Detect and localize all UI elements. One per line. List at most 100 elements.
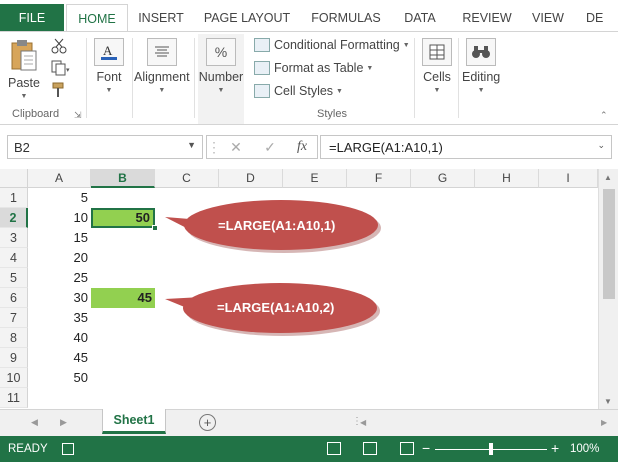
- name-box[interactable]: B2 ▼: [7, 135, 203, 159]
- cell-a5[interactable]: 25: [28, 268, 91, 288]
- font-color-icon: A: [94, 38, 124, 66]
- conditional-formatting-button[interactable]: Conditional Formatting ▼: [254, 38, 410, 52]
- group-separator: [194, 38, 195, 118]
- insert-function-icon[interactable]: fx: [287, 139, 317, 155]
- cells-label: Cells: [423, 70, 451, 84]
- row-header[interactable]: 7: [0, 308, 28, 328]
- zoom-slider-thumb[interactable]: [489, 443, 493, 455]
- font-label: Font: [96, 70, 122, 84]
- column-header-b[interactable]: B: [91, 169, 155, 188]
- chevron-down-icon: ▼: [366, 64, 374, 72]
- scroll-down-icon[interactable]: ▼: [604, 397, 612, 406]
- row-header[interactable]: 11: [0, 388, 28, 408]
- number-button[interactable]: % Number ▼: [198, 34, 244, 124]
- cell-a8[interactable]: 40: [28, 328, 91, 348]
- page-break-view-icon[interactable]: [400, 442, 414, 455]
- worksheet-grid: A B C D E F G H I 1 2 3 4 5 6 7 8 9 10 1…: [0, 169, 618, 409]
- cell-b2-selected[interactable]: 50: [91, 208, 155, 228]
- tab-developer[interactable]: DE: [586, 4, 618, 31]
- row-header[interactable]: 6: [0, 288, 28, 308]
- svg-text:A: A: [103, 43, 113, 58]
- vertical-scrollbar[interactable]: ▲ ▼: [598, 169, 618, 409]
- page-layout-view-icon[interactable]: [363, 442, 377, 455]
- zoom-out-icon[interactable]: −: [422, 440, 430, 456]
- editing-button[interactable]: Editing ▼: [462, 38, 500, 94]
- zoom-in-icon[interactable]: +: [551, 440, 559, 456]
- macro-recording-icon[interactable]: [62, 443, 74, 455]
- align-icon: [146, 38, 177, 66]
- row-header[interactable]: 8: [0, 328, 28, 348]
- column-header-a[interactable]: A: [28, 169, 91, 188]
- cell-a1[interactable]: 5: [28, 188, 91, 208]
- format-as-table-button[interactable]: Format as Table ▼: [254, 61, 373, 75]
- styles-group-label: Styles: [317, 108, 347, 120]
- column-header-h[interactable]: H: [475, 169, 539, 188]
- tab-page-layout[interactable]: PAGE LAYOUT: [198, 4, 296, 31]
- previous-sheet-icon[interactable]: ◀: [31, 417, 38, 428]
- chevron-down-icon[interactable]: ⌄: [597, 140, 605, 151]
- collapse-ribbon-icon[interactable]: ⌃: [600, 110, 608, 121]
- row-header[interactable]: 9: [0, 348, 28, 368]
- paste-button[interactable]: Paste ▼: [8, 38, 40, 100]
- alignment-button[interactable]: Alignment ▼: [134, 38, 190, 94]
- tab-formulas[interactable]: FORMULAS: [304, 4, 388, 31]
- chevron-down-icon[interactable]: ▼: [187, 140, 196, 150]
- tab-data[interactable]: DATA: [396, 4, 444, 31]
- zoom-level[interactable]: 100%: [570, 443, 599, 455]
- column-header-i[interactable]: I: [539, 169, 598, 188]
- tab-insert[interactable]: INSERT: [130, 4, 192, 31]
- callout-text: =LARGE(A1:A10,1): [218, 218, 336, 233]
- cell-a4[interactable]: 20: [28, 248, 91, 268]
- cell-a10[interactable]: 50: [28, 368, 91, 388]
- dialog-launcher-icon[interactable]: ⇲: [74, 110, 82, 121]
- column-header-f[interactable]: F: [347, 169, 411, 188]
- column-header-c[interactable]: C: [155, 169, 219, 188]
- normal-view-icon[interactable]: [327, 442, 341, 455]
- tab-view[interactable]: VIEW: [526, 4, 570, 31]
- group-separator: [86, 38, 87, 118]
- group-separator: [132, 38, 133, 118]
- next-sheet-icon[interactable]: ▶: [60, 417, 67, 428]
- cut-icon[interactable]: [51, 38, 67, 57]
- row-header[interactable]: 1: [0, 188, 28, 208]
- enter-icon[interactable]: ✓: [253, 139, 287, 156]
- font-button[interactable]: A Font ▼: [94, 38, 124, 94]
- name-box-value: B2: [14, 139, 30, 155]
- group-separator: [414, 38, 415, 118]
- tab-review[interactable]: REVIEW: [456, 4, 518, 31]
- conditional-formatting-label: Conditional Formatting: [274, 38, 400, 52]
- cell-a9[interactable]: 45: [28, 348, 91, 368]
- row-header[interactable]: 10: [0, 368, 28, 388]
- tab-home[interactable]: HOME: [66, 4, 128, 33]
- row-header[interactable]: 5: [0, 268, 28, 288]
- cells-button[interactable]: Cells ▼: [422, 38, 452, 94]
- add-sheet-icon[interactable]: +: [199, 414, 216, 431]
- select-all-corner[interactable]: [0, 169, 28, 188]
- fill-handle[interactable]: [152, 225, 158, 231]
- format-painter-icon[interactable]: [51, 82, 67, 101]
- column-header-g[interactable]: G: [411, 169, 475, 188]
- formula-input[interactable]: =LARGE(A1:A10,1) ⌄: [320, 135, 612, 159]
- cell-a6[interactable]: 30: [28, 288, 91, 308]
- tab-file[interactable]: FILE: [0, 4, 64, 31]
- row-header[interactable]: 2: [0, 208, 28, 228]
- sheet-tab-sheet1[interactable]: Sheet1: [102, 409, 166, 434]
- column-header-e[interactable]: E: [283, 169, 347, 188]
- copy-icon[interactable]: ▾: [51, 60, 71, 79]
- scroll-up-icon[interactable]: ▲: [604, 173, 612, 182]
- number-label: Number: [198, 70, 244, 84]
- cell-a7[interactable]: 35: [28, 308, 91, 328]
- cell-styles-button[interactable]: Cell Styles ▼: [254, 84, 343, 98]
- cell-a3[interactable]: 15: [28, 228, 91, 248]
- svg-text:▾: ▾: [66, 67, 70, 74]
- cells-icon: [422, 38, 452, 66]
- scrollbar-thumb[interactable]: [603, 189, 615, 299]
- row-header[interactable]: 4: [0, 248, 28, 268]
- column-header-d[interactable]: D: [219, 169, 283, 188]
- scroll-right-icon[interactable]: ▶: [601, 418, 607, 427]
- cancel-icon[interactable]: ✕: [219, 139, 253, 156]
- row-header[interactable]: 3: [0, 228, 28, 248]
- cell-a2[interactable]: 10: [28, 208, 91, 228]
- cell-b6[interactable]: 45: [91, 288, 155, 308]
- scroll-left-icon[interactable]: ◀: [360, 418, 366, 427]
